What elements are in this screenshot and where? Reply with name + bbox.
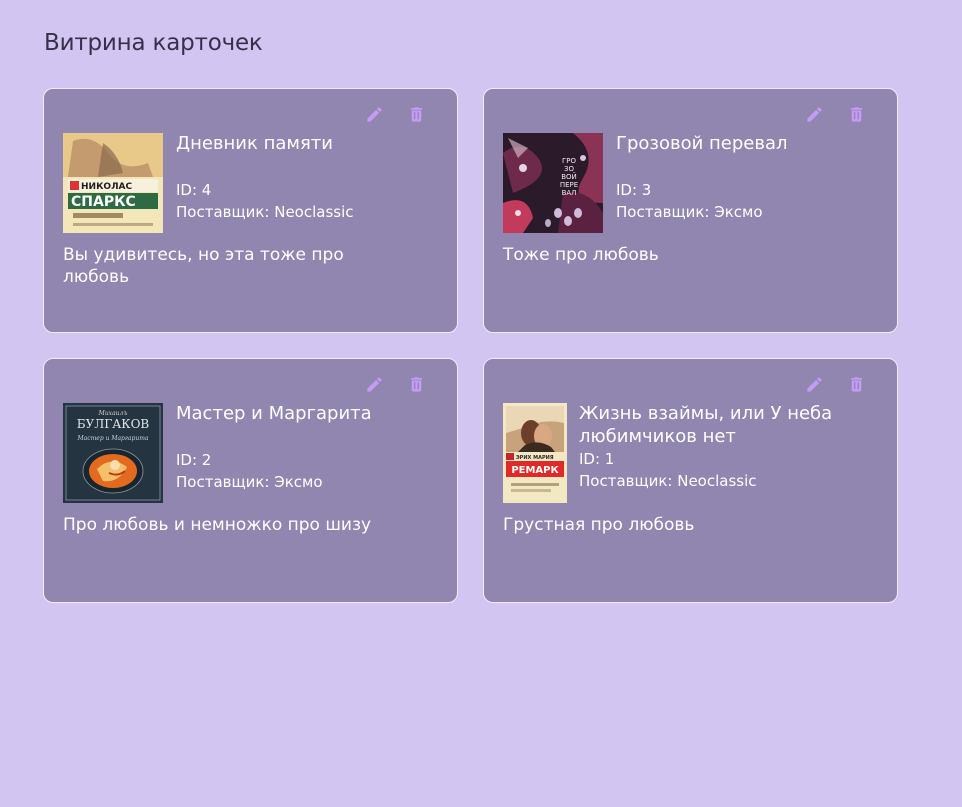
cover-line: ВАЛ <box>562 189 577 197</box>
book-card: НИКОЛАС СПАРКС Дневник памяти ID: 4 Пост… <box>43 88 458 333</box>
card-description: Грустная про любовь <box>503 515 695 535</box>
card-id: ID: 3 <box>616 181 652 199</box>
book-cover: Михаилъ БУЛГАКОВ Мастер и Маргарита <box>63 403 163 503</box>
card-supplier: Поставщик: Эксмо <box>616 203 763 221</box>
cover-author-small: Михаилъ <box>98 410 128 417</box>
cover-line: ЗО <box>564 165 574 173</box>
trash-icon <box>410 106 422 122</box>
edit-button[interactable] <box>360 372 388 396</box>
book-card: ГРО ЗО ВОЙ ПЕРЕ ВАЛ Грозовой перевал ID:… <box>483 88 898 333</box>
cover-author: НИКОЛАС <box>81 182 133 192</box>
card-title: Мастер и Маргарита <box>176 403 372 424</box>
card-id: ID: 2 <box>176 451 212 469</box>
cover-line: ВОЙ <box>561 172 577 181</box>
card-supplier: Поставщик: Neoclassic <box>579 472 757 490</box>
card-info: Грозовой перевал ID: 3 Поставщик: Эксмо <box>616 132 883 223</box>
delete-button[interactable] <box>402 102 430 126</box>
card-title: Дневник памяти <box>176 133 333 154</box>
page-title: Витрина карточек <box>44 30 263 56</box>
trash-icon <box>850 376 862 392</box>
card-supplier: Поставщик: Neoclassic <box>176 203 354 221</box>
cover-line: ГРО <box>562 157 576 165</box>
delete-button[interactable] <box>842 102 870 126</box>
card-id: ID: 4 <box>176 181 212 199</box>
book-card: ЭРИХ МАРИЯ РЕМАРК Жизнь взаймы, или У не… <box>483 358 898 603</box>
book-card: Михаилъ БУЛГАКОВ Мастер и Маргарита Маст… <box>43 358 458 603</box>
cover-name: Мастер и Маргарита <box>77 435 149 442</box>
card-id: ID: 1 <box>579 450 615 468</box>
card-title: Грозовой перевал <box>616 133 788 154</box>
card-info: Мастер и Маргарита ID: 2 Поставщик: Эксм… <box>176 402 443 493</box>
cover-name: СПАРКС <box>71 194 136 210</box>
card-info: Жизнь взаймы, или У неба любимчиков нет … <box>579 402 883 492</box>
book-cover-image: Михаилъ БУЛГАКОВ Мастер и Маргарита <box>63 403 163 503</box>
edit-button[interactable] <box>360 102 388 126</box>
pencil-icon <box>806 106 822 122</box>
page: Витрина карточек НИКОЛАС СПАРКС Дневник … <box>0 0 962 807</box>
pencil-icon <box>366 376 382 392</box>
card-description: Вы удивитесь, но эта тоже про любовь <box>63 245 344 287</box>
cover-author: ЭРИХ МАРИЯ <box>516 455 554 461</box>
trash-icon <box>850 106 862 122</box>
book-cover: ГРО ЗО ВОЙ ПЕРЕ ВАЛ <box>503 133 603 233</box>
book-cover-image: ГРО ЗО ВОЙ ПЕРЕ ВАЛ <box>503 133 603 233</box>
trash-icon <box>410 376 422 392</box>
book-cover-image: ЭРИХ МАРИЯ РЕМАРК <box>503 403 567 503</box>
delete-button[interactable] <box>842 372 870 396</box>
card-actions <box>360 102 430 126</box>
card-supplier: Поставщик: Эксмо <box>176 473 323 491</box>
pencil-icon <box>366 106 382 122</box>
cover-name: РЕМАРК <box>511 465 559 476</box>
edit-button[interactable] <box>800 372 828 396</box>
card-title: Жизнь взаймы, или У неба любимчиков нет <box>579 403 833 447</box>
book-cover-image: НИКОЛАС СПАРКС <box>63 133 163 233</box>
cover-author: БУЛГАКОВ <box>77 417 150 431</box>
card-description: Тоже про любовь <box>503 245 659 265</box>
book-cover: ЭРИХ МАРИЯ РЕМАРК <box>503 403 567 503</box>
cover-line: ПЕРЕ <box>560 181 578 189</box>
delete-button[interactable] <box>402 372 430 396</box>
card-actions <box>800 102 870 126</box>
pencil-icon <box>806 376 822 392</box>
card-description: Про любовь и немножко про шизу <box>63 515 372 535</box>
card-actions <box>800 372 870 396</box>
book-cover: НИКОЛАС СПАРКС <box>63 133 163 233</box>
edit-button[interactable] <box>800 102 828 126</box>
card-info: Дневник памяти ID: 4 Поставщик: Neoclass… <box>176 132 443 223</box>
card-actions <box>360 372 430 396</box>
